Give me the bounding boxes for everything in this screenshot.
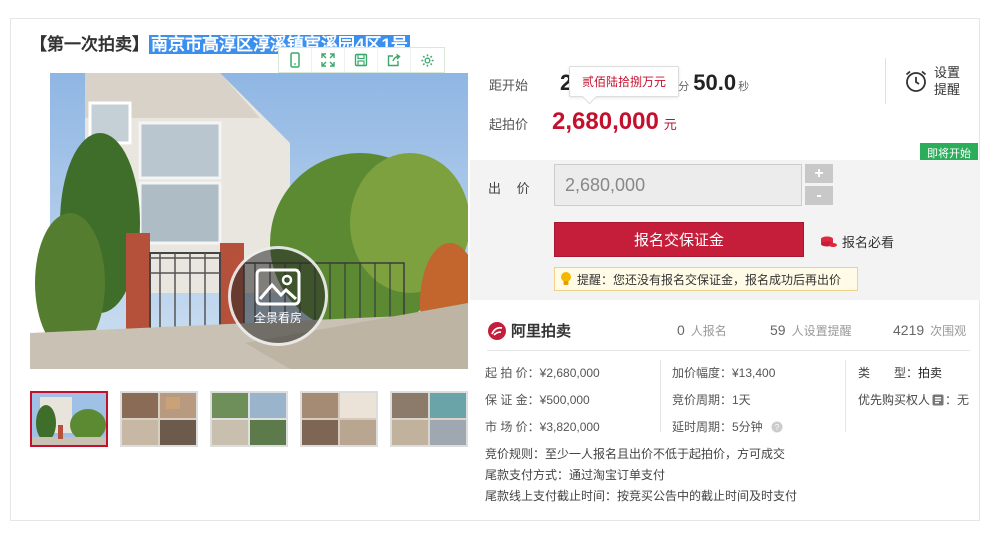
thumbnail-1[interactable] bbox=[30, 391, 108, 447]
remind-stat-label: 人设置提醒 bbox=[791, 324, 852, 338]
remind-line-2: 提醒 bbox=[934, 82, 961, 97]
info-badge-icon[interactable] bbox=[932, 394, 944, 406]
auction-stats: 阿里拍卖 0 人报名 59 人设置提醒 4219 次围观 bbox=[487, 320, 970, 341]
info-divider-1 bbox=[660, 360, 661, 432]
thumbnail-4[interactable] bbox=[300, 391, 378, 447]
hint-text: 您还没有报名交保证金，报名成功后再出价 bbox=[613, 272, 842, 287]
info-divider-2 bbox=[845, 360, 846, 432]
panorama-label: 全景看房 bbox=[253, 310, 302, 325]
info-market-price: 市 场 价：¥3,820,000 bbox=[485, 420, 600, 434]
bid-label: 出 价 bbox=[488, 181, 536, 196]
info-type-row: 类 型：拍卖 bbox=[858, 364, 942, 381]
auction-round-label: 【第一次拍卖】 bbox=[30, 35, 149, 54]
info-priority-row: 优先购买权人 ：无 bbox=[858, 391, 969, 408]
info-type-value: 拍卖 bbox=[918, 366, 943, 380]
brand-name: 阿里拍卖 bbox=[511, 323, 572, 340]
thumbnail-3[interactable] bbox=[210, 391, 288, 447]
help-icon[interactable]: ? bbox=[771, 421, 783, 433]
view-count: 4219 bbox=[893, 322, 925, 338]
info-type-label: 类 型： bbox=[858, 366, 919, 380]
countdown-label: 距开始 bbox=[489, 78, 529, 93]
bid-increase-button[interactable]: + bbox=[805, 164, 833, 183]
svg-text:?: ? bbox=[774, 423, 779, 432]
must-read-link[interactable]: 报名必看 bbox=[820, 232, 894, 251]
start-price-label: 起拍价 bbox=[489, 117, 529, 132]
reminder-hint: 提醒： 您还没有报名交保证金，报名成功后再出价 bbox=[554, 267, 858, 291]
info-increment: 加价幅度：¥13,400 bbox=[672, 366, 776, 380]
countdown-minute-unit: 分 bbox=[678, 81, 690, 93]
thumbnail-2[interactable] bbox=[120, 391, 198, 447]
signup-label: 人报名 bbox=[690, 324, 727, 338]
brand-logo: 阿里拍卖 bbox=[487, 320, 571, 341]
price-in-words-tooltip: 贰佰陆拾捌万元 bbox=[569, 66, 680, 97]
fullscreen-icon[interactable] bbox=[312, 48, 345, 72]
image-icon bbox=[255, 268, 301, 305]
bid-amount-input[interactable]: 2,680,000 bbox=[554, 164, 802, 206]
stats-divider bbox=[487, 350, 970, 351]
save-icon[interactable] bbox=[345, 48, 378, 72]
signup-stat: 0 人报名 bbox=[677, 322, 727, 339]
hint-prefix: 提醒： bbox=[577, 272, 614, 287]
info-start-price: 起 拍 价：¥2,680,000 bbox=[485, 366, 600, 380]
start-price-row: 起拍价 2,680,000 元 bbox=[489, 108, 677, 136]
remind-stat: 59 人设置提醒 bbox=[770, 322, 852, 339]
rule-payment-deadline: 尾款线上支付截止时间：按竞买公告中的截止时间及时支付 bbox=[485, 489, 798, 503]
set-reminder-button[interactable]: 设置 提醒 bbox=[885, 58, 960, 104]
phone-icon[interactable] bbox=[279, 48, 312, 72]
info-period: 竞价周期：1天 bbox=[672, 393, 751, 407]
image-toolbar bbox=[278, 47, 445, 73]
must-read-label: 报名必看 bbox=[842, 235, 895, 250]
remind-line-1: 设置 bbox=[934, 65, 961, 80]
lightbulb-icon bbox=[561, 272, 571, 285]
rule-payment-method: 尾款支付方式：通过淘宝订单支付 bbox=[485, 468, 666, 482]
countdown-second-unit: 秒 bbox=[738, 81, 750, 93]
info-priority-value: ：无 bbox=[945, 393, 970, 407]
signup-count: 0 bbox=[677, 322, 685, 338]
coins-icon bbox=[821, 236, 837, 247]
alarm-clock-icon bbox=[905, 70, 927, 92]
start-price-value: 2,680,000 bbox=[552, 108, 659, 135]
countdown-seconds: 50.0 bbox=[693, 70, 737, 95]
view-label: 次围观 bbox=[930, 324, 967, 338]
pay-deposit-button[interactable]: 报名交保证金 bbox=[554, 222, 804, 257]
share-icon[interactable] bbox=[378, 48, 411, 72]
ali-auction-icon bbox=[488, 321, 506, 340]
start-price-unit: 元 bbox=[663, 117, 677, 132]
bid-decrease-button[interactable]: - bbox=[805, 186, 833, 205]
view-stat: 4219 次围观 bbox=[893, 322, 966, 339]
info-deposit: 保 证 金：¥500,000 bbox=[485, 393, 590, 407]
panorama-button[interactable]: 全景看房 bbox=[228, 246, 328, 346]
thumbnail-5[interactable] bbox=[390, 391, 468, 447]
settings-icon[interactable] bbox=[411, 48, 444, 72]
thumbnail-strip bbox=[30, 391, 480, 447]
info-delay: 延时周期：5分钟 bbox=[672, 420, 763, 434]
rule-bidding: 竞价规则：至少一人报名且出价不低于起拍价，方可成交 bbox=[485, 447, 786, 461]
info-priority-label: 优先购买权人 bbox=[858, 393, 931, 407]
info-delay-row: 延时周期：5分钟 ? bbox=[672, 418, 783, 435]
remind-count: 59 bbox=[770, 322, 786, 338]
property-main-photo[interactable]: 全景看房 bbox=[30, 73, 468, 369]
